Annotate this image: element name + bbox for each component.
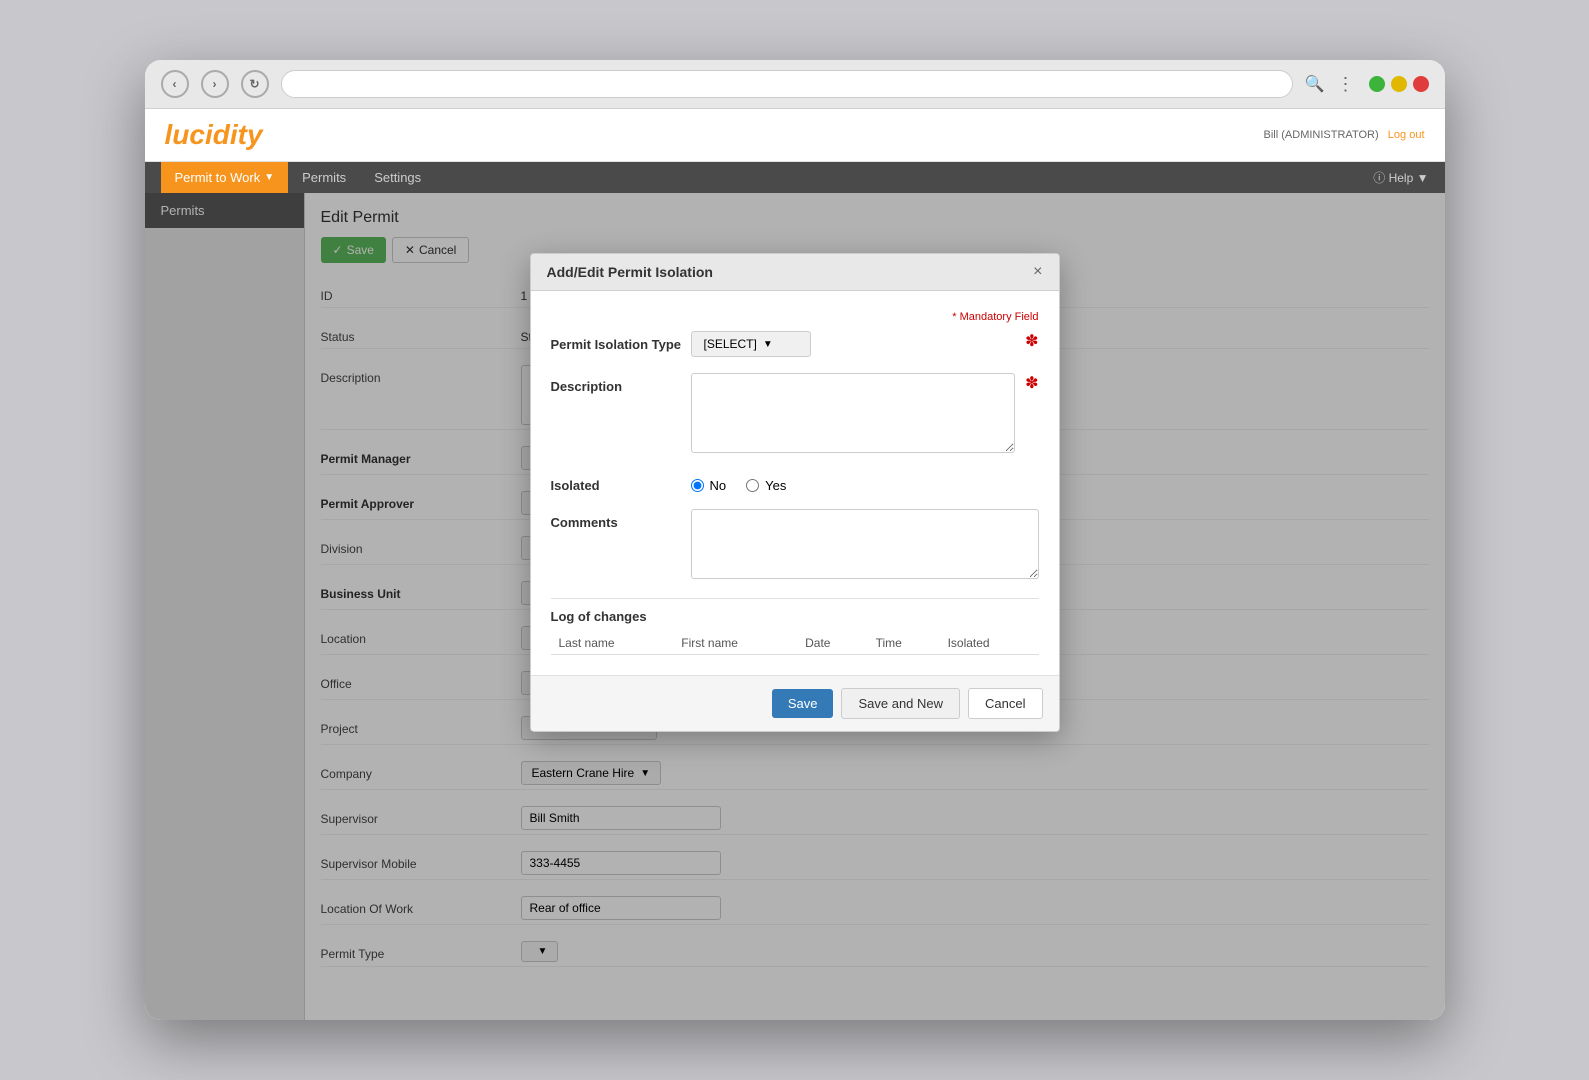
col-time: Time (868, 632, 940, 655)
address-bar[interactable] (281, 70, 1293, 98)
modal-field-description: Description ✽ (551, 373, 1039, 456)
nav-item-permits[interactable]: Permits (288, 162, 360, 193)
search-icon: 🔍 (1305, 74, 1325, 94)
mandatory-star-isolation-type: ✽ (1025, 331, 1038, 351)
radio-no-label[interactable]: No (691, 478, 727, 493)
modal-body: * Mandatory Field Permit Isolation Type … (531, 291, 1059, 675)
radio-yes[interactable] (746, 479, 759, 492)
modal-control-isolated: No Yes (691, 472, 1039, 493)
mandatory-star-description: ✽ (1025, 373, 1038, 393)
log-table: Last name First name Date Time Isolated (551, 632, 1039, 655)
add-edit-permit-isolation-modal: Add/Edit Permit Isolation × * Mandatory … (530, 253, 1060, 732)
modal-control-comments (691, 509, 1039, 582)
app-logo: lucidity (165, 119, 263, 151)
tl-green (1369, 76, 1385, 92)
col-first-name: First name (673, 632, 797, 655)
modal-save-and-new-button[interactable]: Save and New (841, 688, 960, 719)
tl-yellow (1391, 76, 1407, 92)
isolated-radio-group: No Yes (691, 472, 1039, 493)
modal-label-isolated: Isolated (551, 472, 691, 493)
logout-link[interactable]: Log out (1388, 129, 1425, 141)
header-user-info: Bill (ADMINISTRATOR) Log out (1264, 129, 1425, 141)
modal-field-isolation-type: Permit Isolation Type [SELECT] ▼ ✽ (551, 331, 1039, 357)
traffic-lights (1369, 76, 1429, 92)
modal-overlay: Add/Edit Permit Isolation × * Mandatory … (145, 193, 1445, 1020)
nav-label-permit-to-work: Permit to Work (175, 170, 261, 185)
main-layout: Permits Edit Permit ✓ Save ✕ Cancel (145, 193, 1445, 1020)
isolation-type-dropdown[interactable]: [SELECT] ▼ (691, 331, 811, 357)
modal-description-textarea[interactable] (691, 373, 1016, 453)
modal-close-button[interactable]: × (1033, 264, 1042, 280)
browser-chrome: ‹ › ↻ 🔍 ⋮ (145, 60, 1445, 109)
username-label: Bill (ADMINISTRATOR) (1264, 129, 1379, 141)
nav-item-permit-to-work[interactable]: Permit to Work ▼ (161, 162, 289, 193)
modal-cancel-button[interactable]: Cancel (968, 688, 1042, 719)
modal-control-isolation-type: [SELECT] ▼ (691, 331, 1016, 357)
help-button[interactable]: ⓘ Help ▼ (1373, 169, 1428, 186)
chevron-down-icon: ▼ (763, 339, 773, 350)
modal-save-button[interactable]: Save (772, 689, 834, 718)
nav-label-settings: Settings (374, 170, 421, 185)
nav-bar: Permit to Work ▼ Permits Settings ⓘ Help… (145, 162, 1445, 193)
col-last-name: Last name (551, 632, 674, 655)
modal-title: Add/Edit Permit Isolation (547, 264, 713, 280)
chevron-down-icon: ▼ (264, 172, 274, 183)
modal-label-isolation-type: Permit Isolation Type (551, 331, 691, 352)
tl-red (1413, 76, 1429, 92)
app-frame: lucidity Bill (ADMINISTRATOR) Log out Pe… (145, 109, 1445, 1020)
modal-footer: Save Save and New Cancel (531, 675, 1059, 731)
modal-field-comments: Comments (551, 509, 1039, 582)
forward-button[interactable]: › (201, 70, 229, 98)
modal-label-comments: Comments (551, 509, 691, 530)
radio-no[interactable] (691, 479, 704, 492)
back-button[interactable]: ‹ (161, 70, 189, 98)
menu-dots[interactable]: ⋮ (1337, 74, 1357, 95)
log-title: Log of changes (551, 609, 1039, 624)
modal-header: Add/Edit Permit Isolation × (531, 254, 1059, 291)
nav-label-permits: Permits (302, 170, 346, 185)
modal-control-description (691, 373, 1016, 456)
col-isolated: Isolated (940, 632, 1039, 655)
col-date: Date (797, 632, 867, 655)
log-of-changes-section: Log of changes Last name First name Date… (551, 598, 1039, 655)
app-header: lucidity Bill (ADMINISTRATOR) Log out (145, 109, 1445, 162)
radio-yes-label[interactable]: Yes (746, 478, 786, 493)
modal-label-description: Description (551, 373, 691, 394)
nav-items: Permit to Work ▼ Permits Settings (161, 162, 436, 193)
nav-item-settings[interactable]: Settings (360, 162, 435, 193)
modal-comments-textarea[interactable] (691, 509, 1039, 579)
refresh-button[interactable]: ↻ (241, 70, 269, 98)
mandatory-note: * Mandatory Field (551, 311, 1039, 323)
modal-field-isolated: Isolated No Yes (551, 472, 1039, 493)
